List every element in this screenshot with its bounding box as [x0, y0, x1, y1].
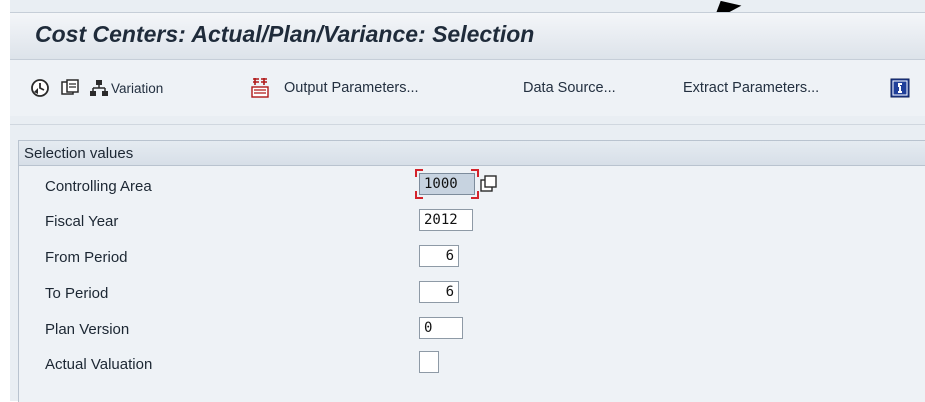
to-period-input[interactable]: 6 [419, 281, 459, 303]
info-icon [890, 78, 910, 98]
from-period-input[interactable]: 6 [419, 245, 459, 267]
value-help-icon[interactable] [480, 175, 498, 193]
controlling-area-input[interactable]: 1000 [419, 173, 475, 195]
save-variant-button[interactable] [60, 76, 80, 100]
extract-parameters-button[interactable]: Extract Parameters... [683, 76, 819, 100]
output-parameters-button[interactable]: Output Parameters... [250, 76, 419, 100]
group-header: Selection values [19, 141, 925, 166]
actual-valuation-label: Actual Valuation [45, 356, 153, 373]
extract-parameters-label: Extract Parameters... [683, 80, 820, 96]
toolbar-divider [10, 124, 925, 125]
focus-marker-tl [415, 169, 423, 177]
selection-values-group: Selection values Controlling Area 1000 F… [18, 140, 925, 402]
sap-window: Cost Centers: Actual/Plan/Variance: Sele… [10, 0, 925, 402]
from-period-label: From Period [45, 249, 128, 266]
data-source-label: Data Source... [523, 80, 616, 96]
variation-label: Variation [111, 80, 164, 96]
info-button[interactable] [890, 76, 910, 100]
output-parameters-icon [251, 78, 269, 98]
variation-button[interactable]: Variation [88, 76, 163, 100]
hierarchy-icon [90, 80, 108, 96]
to-period-label: To Period [45, 285, 109, 302]
fiscal-year-input[interactable]: 2012 [419, 209, 473, 231]
focus-marker-br [471, 191, 479, 199]
application-toolbar: Variation Output Parameters... Data Sour… [10, 60, 925, 116]
execute-button[interactable] [30, 76, 50, 100]
data-source-button[interactable]: Data Source... [523, 76, 616, 100]
plan-version-label: Plan Version [45, 321, 130, 338]
plan-version-input[interactable]: 0 [419, 317, 463, 339]
focus-marker-bl [415, 191, 423, 199]
controlling-area-label: Controlling Area [45, 178, 152, 195]
title-bar: Cost Centers: Actual/Plan/Variance: Sele… [10, 12, 925, 60]
output-parameters-label: Output Parameters... [284, 80, 419, 96]
page-title: Cost Centers: Actual/Plan/Variance: Sele… [35, 21, 535, 47]
group-title: Selection values [24, 145, 134, 162]
focus-marker-tr [471, 169, 479, 177]
save-variant-icon [61, 79, 79, 95]
execute-clock-icon [31, 79, 49, 97]
fiscal-year-label: Fiscal Year [45, 213, 119, 230]
actual-valuation-input[interactable] [419, 351, 439, 373]
